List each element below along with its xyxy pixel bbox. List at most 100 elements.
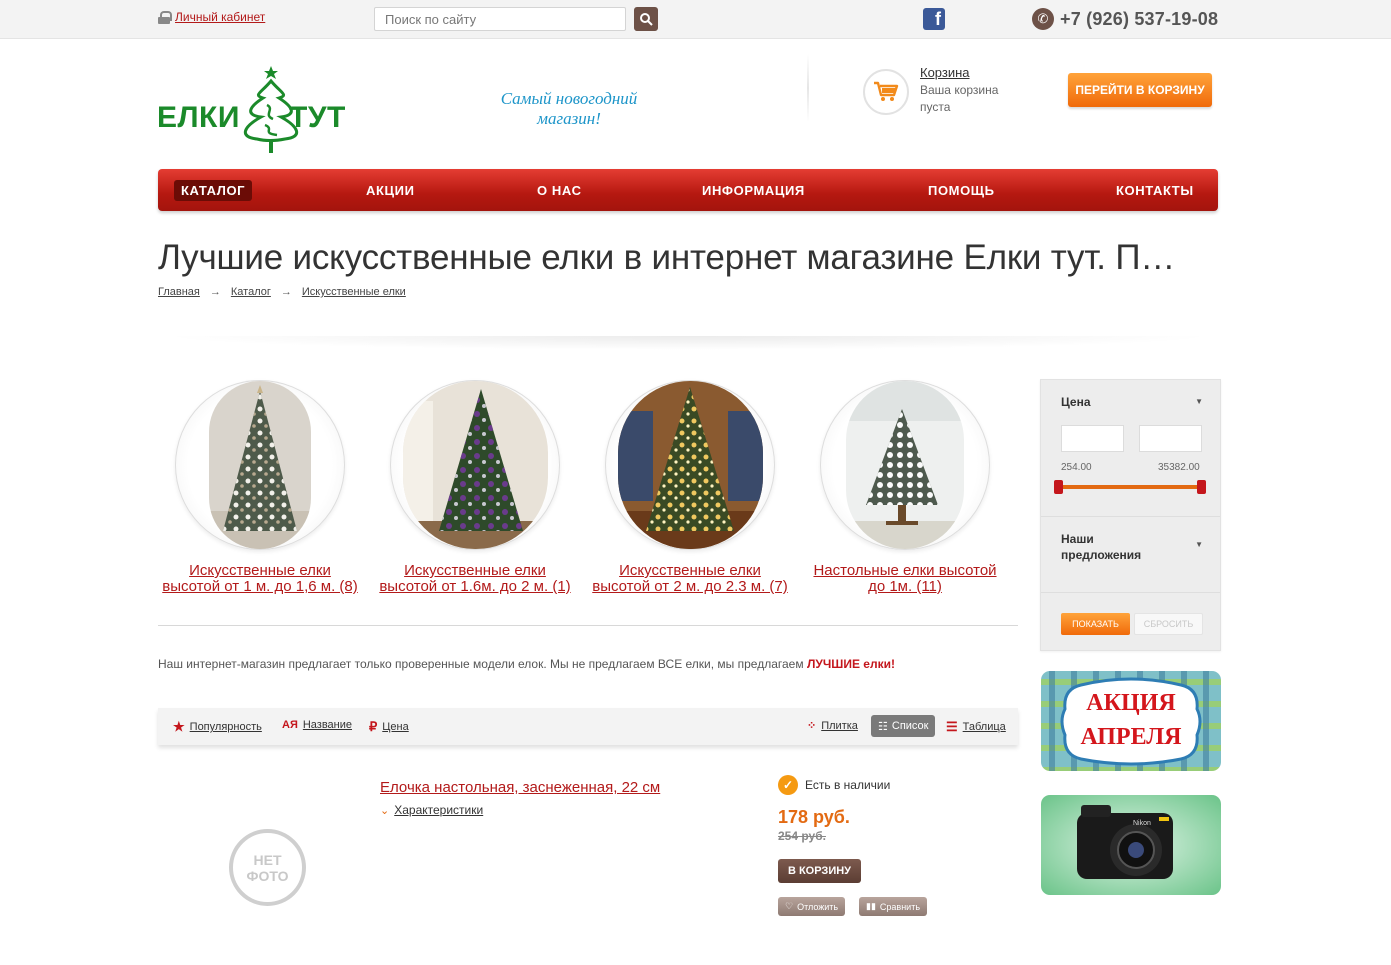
cart-status-line1: Ваша корзина xyxy=(920,83,999,97)
view-list-active[interactable]: ☷ Список xyxy=(871,715,936,737)
category-link[interactable]: Настольные елки высотой до 1м. (11) xyxy=(802,563,1008,595)
nav-item-information[interactable]: ИНФОРМАЦИЯ xyxy=(702,180,805,201)
intro-highlight: ЛУЧШИЕ елки! xyxy=(806,657,895,671)
product-title-link[interactable]: Елочка настольная, заснеженная, 22 см xyxy=(380,779,660,796)
view-table[interactable]: ☰ Таблица xyxy=(946,719,1006,735)
nav-item-contacts[interactable]: КОНТАКТЫ xyxy=(1116,180,1194,201)
filter-divider xyxy=(1041,592,1220,593)
filter-offers-line2: предложения xyxy=(1061,548,1142,562)
category-image-frame[interactable] xyxy=(175,380,345,550)
sort-popularity[interactable]: ★ Популярность xyxy=(173,719,262,735)
add-to-cart-button[interactable]: В КОРЗИНУ xyxy=(778,859,861,883)
category-label-line1[interactable]: Настольные елки высотой xyxy=(802,563,1008,579)
filter-divider xyxy=(1041,516,1220,517)
search-button[interactable] xyxy=(634,7,658,31)
filter-offers-title[interactable]: Наши предложения xyxy=(1061,531,1141,563)
price-min-input[interactable] xyxy=(1061,425,1124,452)
cart-summary: Корзина Ваша корзина пуста xyxy=(920,65,1030,116)
personal-account-link[interactable]: Личный кабинет xyxy=(175,10,265,24)
go-to-cart-button[interactable]: ПЕРЕЙТИ В КОРЗИНУ xyxy=(1068,73,1212,107)
promo-line2: АПРЕЛЯ xyxy=(1081,724,1182,750)
slogan-line1: Самый новогодний xyxy=(500,89,638,108)
category-label-line2[interactable]: высотой от 1 м. до 1,6 м. (8) xyxy=(157,579,363,595)
nav-item-help[interactable]: ПОМОЩЬ xyxy=(928,180,995,201)
product-old-price: 254 руб. xyxy=(778,829,826,843)
view-tile[interactable]: ⁘ Плитка xyxy=(807,719,858,733)
slogan-line2: магазин! xyxy=(537,109,601,128)
cart-icon[interactable] xyxy=(863,69,909,115)
category-label-line2[interactable]: до 1м. (11) xyxy=(802,579,1008,595)
price-max-label: 35382.00 xyxy=(1158,462,1200,473)
chevron-down-icon: ⌄ xyxy=(380,804,390,817)
search-input[interactable] xyxy=(374,7,626,31)
price-max-input[interactable] xyxy=(1139,425,1202,452)
category-card[interactable]: Настольные елки высотой до 1м. (11) xyxy=(802,380,1008,595)
category-card[interactable]: Искусственные елки высотой от 1.6м. до 2… xyxy=(372,380,578,595)
personal-account[interactable]: Личный кабинет xyxy=(158,10,265,24)
page-title: Лучшие искусственные елки в интернет маг… xyxy=(158,238,1176,277)
category-label-line2[interactable]: высотой от 1.6м. до 2 м. (1) xyxy=(372,579,578,595)
product-characteristics-toggle[interactable]: ⌄ Характеристики xyxy=(380,803,483,817)
sort-popularity-link[interactable]: Популярность xyxy=(190,721,262,733)
category-link[interactable]: Искусственные елки высотой от 2 м. до 2.… xyxy=(587,563,793,595)
camera-banner[interactable]: Nikon xyxy=(1041,795,1221,895)
promo-banner-april[interactable]: АКЦИЯ АПРЕЛЯ xyxy=(1041,671,1221,771)
sort-toolbar: ★ Популярность АЯ Название ₽ Цена ⁘ Плит… xyxy=(158,708,1018,745)
compare-label: Сравнить xyxy=(879,901,921,912)
facebook-icon[interactable]: f xyxy=(923,8,945,30)
compare-button[interactable]: ▮▮ Сравнить xyxy=(859,897,928,916)
intro-text: Наш интернет-магазин предлагает только п… xyxy=(158,657,895,671)
no-photo-placeholder[interactable]: НЕТ ФОТО xyxy=(229,829,306,906)
category-link[interactable]: Искусственные елки высотой от 1 м. до 1,… xyxy=(157,563,363,595)
category-image-frame[interactable] xyxy=(605,380,775,550)
breadcrumb-home[interactable]: Главная xyxy=(158,286,200,298)
price-slider-min-handle[interactable] xyxy=(1054,480,1063,494)
price-slider-track[interactable] xyxy=(1058,485,1201,489)
logo-text-right: ТУТ xyxy=(289,101,346,134)
sort-name[interactable]: АЯ Название xyxy=(282,719,352,731)
category-label-line1[interactable]: Искусственные елки xyxy=(587,563,793,579)
phone-icon: ✆ xyxy=(1032,8,1054,30)
view-table-link[interactable]: Таблица xyxy=(963,721,1006,733)
chevron-down-icon[interactable]: ▼ xyxy=(1195,397,1203,406)
category-image-frame[interactable] xyxy=(390,380,560,550)
camera-brand: Nikon xyxy=(1133,820,1151,827)
filter-reset-button[interactable]: СБРОСИТЬ xyxy=(1134,613,1203,635)
category-label-line2[interactable]: высотой от 2 м. до 2.3 м. (7) xyxy=(587,579,793,595)
breadcrumb-current[interactable]: Искусственные елки xyxy=(302,286,406,298)
nav-item-catalog[interactable]: КАТАЛОГ xyxy=(174,180,253,201)
sort-price[interactable]: ₽ Цена xyxy=(369,719,409,735)
filter-show-button[interactable]: ПОКАЗАТЬ xyxy=(1061,613,1130,635)
promo-line1: АКЦИЯ xyxy=(1086,690,1175,716)
nav-item-promotions[interactable]: АКЦИИ xyxy=(366,180,415,201)
view-list-label: Список xyxy=(891,720,929,732)
cart-link[interactable]: Корзина xyxy=(920,65,1030,81)
chevron-down-icon[interactable]: ▼ xyxy=(1195,540,1203,549)
price-min-label: 254.00 xyxy=(1061,462,1092,473)
nav-item-about[interactable]: О НАС xyxy=(537,180,582,201)
sort-price-link[interactable]: Цена xyxy=(382,721,408,733)
product-price: 178 руб. xyxy=(778,807,850,827)
search-icon xyxy=(640,13,653,26)
price-slider-max-handle[interactable] xyxy=(1197,480,1206,494)
lock-icon xyxy=(158,10,172,24)
category-label-line1[interactable]: Искусственные елки xyxy=(157,563,363,579)
category-card[interactable]: Искусственные елки высотой от 2 м. до 2.… xyxy=(587,380,793,595)
view-tile-link[interactable]: Плитка xyxy=(821,720,858,732)
breadcrumb-arrow-icon: → xyxy=(209,286,221,298)
phone-number[interactable]: +7 (926) 537-19-08 xyxy=(1060,9,1218,30)
breadcrumb-arrow-icon: → xyxy=(280,286,292,298)
category-label-line1[interactable]: Искусственные елки xyxy=(372,563,578,579)
breadcrumb-catalog[interactable]: Каталог xyxy=(231,286,271,298)
site-logo[interactable]: ЕЛКИ ТУТ xyxy=(157,65,363,157)
characteristics-link[interactable]: Характеристики xyxy=(394,803,483,817)
category-image-frame[interactable] xyxy=(820,380,990,550)
sort-az-icon: АЯ xyxy=(282,719,298,731)
category-card[interactable]: Искусственные елки высотой от 1 м. до 1,… xyxy=(157,380,363,595)
category-link[interactable]: Искусственные елки высотой от 1.6м. до 2… xyxy=(372,563,578,595)
section-shadow-divider xyxy=(158,336,1218,350)
filter-price-title[interactable]: Цена xyxy=(1061,395,1091,409)
postpone-button[interactable]: ♡ Отложить xyxy=(778,897,846,916)
stock-status: ✓ Есть в наличии xyxy=(778,775,890,795)
sort-name-link[interactable]: Название xyxy=(303,719,352,731)
